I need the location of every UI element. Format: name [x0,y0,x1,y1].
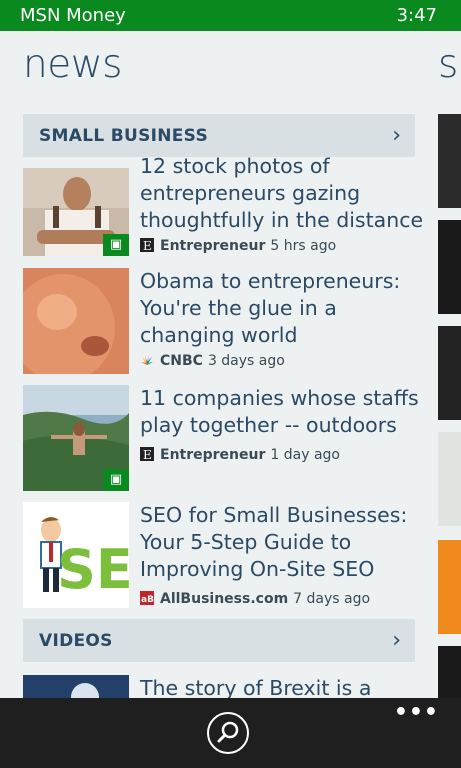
camera-icon: ▣ [103,469,129,491]
tile[interactable] [438,220,461,314]
article-thumbnail: ▣ [23,168,129,256]
svg-text:aB: aB [141,595,154,605]
tile[interactable] [438,432,461,526]
tile[interactable] [438,114,461,208]
chevron-right-icon: › [392,123,401,148]
article-headline: 12 stock photos of entrepreneurs gazing … [140,157,424,232]
article-meta: E Entrepreneur 5 hrs ago [140,238,336,254]
page-title: news [23,42,122,87]
article-age: 3 days ago [207,353,285,369]
allbusiness-ab-icon: aB [140,591,154,605]
video-thumbnail [23,675,129,698]
section-header-videos[interactable]: VIDEOS › [23,619,415,662]
article-age: 5 hrs ago [270,238,337,254]
next-panorama-title[interactable]: sc [438,42,461,87]
svg-text:E: E [143,239,152,252]
list-item[interactable]: ▣ 12 stock photos of entrepreneurs gazin… [23,157,428,258]
entrepreneur-e-icon: E [140,238,154,253]
article-headline: Obama to entrepreneurs: You're the glue … [140,269,401,347]
article-source: Entrepreneur [160,447,266,463]
search-icon[interactable] [207,712,249,754]
article-source: AllBusiness.com [160,591,289,607]
article-age: 7 days ago [293,591,371,607]
article-source: Entrepreneur [160,238,266,254]
cnbc-peacock-icon [140,353,154,367]
seo-thumb-text: SE [57,538,129,601]
app-bar: ••• [0,698,461,768]
section-header-small-business[interactable]: SMALL BUSINESS › [23,114,415,157]
tile[interactable] [438,540,461,634]
entrepreneur-e-icon: E [140,447,154,462]
article-meta: E Entrepreneur 1 day ago [140,447,340,463]
article-thumbnail: SE [23,502,129,608]
camera-icon: ▣ [103,234,129,256]
article-age: 1 day ago [270,447,340,463]
article-headline: SEO for Small Businesses: Your 5-Step Gu… [140,503,408,581]
chevron-right-icon: › [392,628,401,653]
section-label: SMALL BUSINESS [39,126,208,146]
app-name: MSN Money [20,5,126,26]
section-label: VIDEOS [39,631,113,651]
list-item[interactable]: SE SEO for Small Businesses: Your 5-Step… [23,502,428,608]
article-headline: The story of Brexit is a story [140,676,372,698]
article-thumbnail [23,268,129,374]
article-headline: 11 companies whose staffs play together … [140,386,419,437]
list-item[interactable]: The story of Brexit is a story [23,675,428,698]
article-thumbnail: ▣ [23,385,129,491]
ellipsis-icon[interactable]: ••• [394,700,439,725]
article-list: ▣ 12 stock photos of entrepreneurs gazin… [0,157,438,620]
clock: 3:47 [396,5,437,26]
status-bar: MSN Money 3:47 [0,0,461,31]
list-item[interactable]: Obama to entrepreneurs: You're the glue … [23,268,428,374]
svg-text:E: E [143,448,152,461]
article-source: CNBC [160,353,203,369]
tile[interactable] [438,646,461,698]
list-item[interactable]: ▣ 11 companies whose staffs play togethe… [23,385,428,491]
article-meta: aB AllBusiness.com 7 days ago [140,591,370,607]
article-meta: CNBC 3 days ago [140,353,285,369]
tile[interactable] [438,326,461,420]
